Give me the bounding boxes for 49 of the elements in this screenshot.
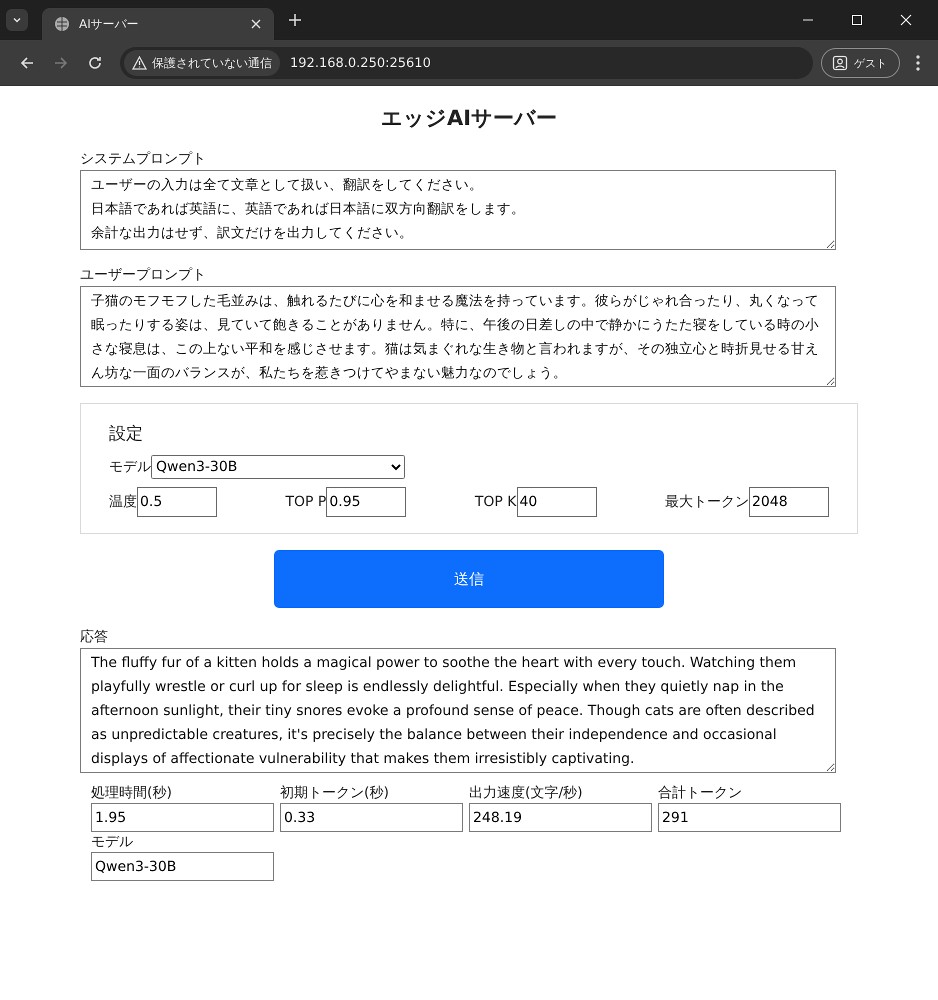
address-bar[interactable]: 保護されていない通信 192.168.0.250:25610	[120, 47, 813, 79]
close-icon[interactable]	[250, 18, 262, 30]
input-field[interactable]: 248.19	[469, 803, 652, 832]
person-icon	[832, 55, 848, 71]
maximize-icon[interactable]	[851, 14, 863, 26]
input-field[interactable]: 0.5	[137, 487, 217, 517]
tab-title: AIサーバー	[79, 16, 140, 32]
input-field[interactable]: 0.33	[280, 803, 463, 832]
field-label: TOP K	[474, 494, 516, 510]
browser-tab[interactable]: AIサーバー	[42, 8, 274, 40]
text-line: 日本語であれば英語に、英語であれば日本語に双方向翻訳をします。	[91, 200, 526, 219]
menu-icon[interactable]	[916, 55, 920, 71]
field-label: システムプロンプト	[80, 150, 207, 168]
field-label: 応答	[80, 628, 109, 646]
text-area[interactable]: The fluffy fur of a kitten holds a magical power to soothe the heart with every touch. Watching them playfully wrestle or curl up for sleep is endlessly delightful. Especially when they quietly nap in the afternoon sunlight, their tiny snores evoke a profound sense of peace. Though cats are often described as unpredictable creatures, it's precisely the balance between their independence and occasional displays of affectionate vulnerability that makes them irresistibly captivating.	[80, 648, 836, 773]
profile-button[interactable]: ゲスト	[821, 48, 900, 78]
back-arrow-icon[interactable]	[19, 55, 35, 71]
field-label: 温度	[109, 493, 137, 511]
input-field[interactable]: 2048	[748, 487, 829, 517]
plus-icon[interactable]	[288, 13, 302, 27]
input-field[interactable]: 291	[658, 803, 841, 832]
field-label: 最大トークン	[664, 493, 749, 511]
field-label: 初期トークン(秒)	[280, 784, 390, 803]
field-label: ユーザープロンプト	[80, 266, 207, 284]
text-line: 余計な出力はせず、訳文だけを出力してください。	[91, 224, 414, 243]
field-label: 処理時間(秒)	[91, 784, 173, 803]
input-field[interactable]: 40	[516, 487, 596, 517]
input-field[interactable]: 1.95	[91, 803, 274, 832]
field-label: モデル	[109, 458, 151, 476]
field-label: 合計トークン	[658, 784, 743, 803]
warning-icon	[132, 56, 147, 70]
model-select[interactable]: Qwen3-30B	[151, 455, 405, 479]
settings-heading: 設定	[109, 423, 144, 445]
reload-icon[interactable]	[87, 55, 103, 71]
url-text: 192.168.0.250:25610	[290, 56, 431, 70]
text-area[interactable]: ユーザーの入力は全て文章として扱い、翻訳をしてください。 日本語であれば英語に、英語であれば日本語に双方向翻訳をします。 余計な出力はせず、訳文だけを出力してください。	[80, 170, 836, 250]
tab-list-button[interactable]	[6, 9, 28, 31]
security-chip[interactable]: 保護されていない通信	[124, 50, 280, 76]
field-label: TOP P	[285, 494, 326, 510]
close-icon[interactable]	[900, 14, 912, 26]
field-label: 出力速度(文字/秒)	[469, 784, 584, 803]
text-area[interactable]: 子猫のモフモフした毛並みは、触れるたびに心を和ませる魔法を持っています。彼らがじゃれ合ったり、丸くなって眠ったりする姿は、見ていて飽きることがありません。特に、午後の日差しの中で静かにうたた寝をしている時の小さな寝息は、この上ない平和を感じさせます。猫は気まぐれな生き物と言われますが、その独立心と時折見せる甘えん坊な一面のバランスが、私たちを惹きつけてやまない魅力なのでしょう。	[80, 286, 836, 387]
text-line: ユーザーの入力は全て文章として扱い、翻訳をしてください。	[91, 176, 484, 195]
input-field[interactable]: Qwen3-30B	[91, 852, 274, 881]
page-title: エッジAIサーバー	[380, 105, 558, 132]
globe-icon	[54, 16, 70, 32]
send-button[interactable]: 送信	[274, 550, 664, 608]
field-label: モデル	[91, 833, 134, 852]
input-field[interactable]: 0.95	[326, 487, 406, 517]
